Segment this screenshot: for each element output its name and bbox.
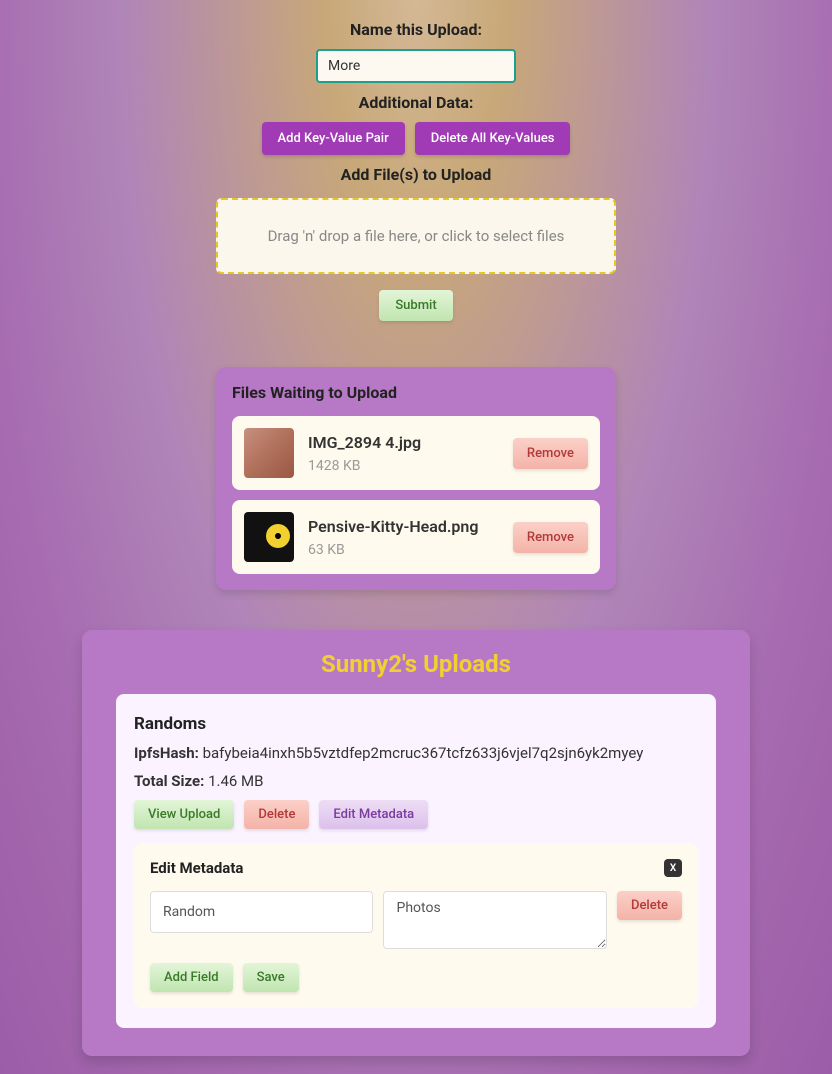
file-size: 1428 KB bbox=[308, 458, 499, 474]
edit-metadata-title: Edit Metadata bbox=[150, 859, 243, 877]
upload-entry: Randoms IpfsHash: bafybeia4inxh5b5vztdfe… bbox=[116, 694, 716, 1028]
additional-data-label: Additional Data: bbox=[359, 93, 474, 112]
delete-metadata-field-button[interactable]: Delete bbox=[617, 891, 682, 920]
ipfs-hash-value: bafybeia4inxh5b5vztdfep2mcruc367tcfz633j… bbox=[203, 744, 644, 762]
delete-upload-button[interactable]: Delete bbox=[244, 800, 309, 829]
dropzone-text: Drag 'n' drop a file here, or click to s… bbox=[268, 227, 565, 245]
metadata-value-textarea[interactable] bbox=[383, 891, 606, 949]
name-upload-input[interactable] bbox=[316, 49, 516, 83]
delete-kv-button[interactable]: Delete All Key-Values bbox=[415, 122, 571, 155]
metadata-header: Edit Metadata X bbox=[150, 859, 682, 877]
uploads-title: Sunny2's Uploads bbox=[116, 650, 716, 678]
total-size-row: Total Size: 1.46 MB bbox=[134, 772, 698, 790]
save-metadata-button[interactable]: Save bbox=[243, 963, 299, 992]
add-kv-button[interactable]: Add Key-Value Pair bbox=[262, 122, 405, 155]
close-metadata-button[interactable]: X bbox=[664, 859, 682, 877]
name-upload-label: Name this Upload: bbox=[350, 20, 482, 39]
file-size: 63 KB bbox=[308, 542, 499, 558]
add-files-label: Add File(s) to Upload bbox=[341, 165, 492, 184]
file-card: IMG_2894 4.jpg 1428 KB Remove bbox=[232, 416, 600, 490]
file-info: Pensive-Kitty-Head.png 63 KB bbox=[308, 517, 499, 558]
metadata-field-row: Delete bbox=[150, 891, 682, 949]
upload-form: Name this Upload: Additional Data: Add K… bbox=[216, 20, 616, 321]
uploads-panel: Sunny2's Uploads Randoms IpfsHash: bafyb… bbox=[82, 630, 750, 1056]
file-name: Pensive-Kitty-Head.png bbox=[308, 517, 499, 536]
total-size-value: 1.46 MB bbox=[208, 772, 263, 790]
files-waiting-title: Files Waiting to Upload bbox=[232, 383, 600, 402]
upload-action-row: View Upload Delete Edit Metadata bbox=[134, 800, 698, 829]
total-size-label: Total Size: bbox=[134, 772, 204, 790]
edit-metadata-panel: Edit Metadata X Delete Add Field Save bbox=[134, 843, 698, 1008]
remove-file-button[interactable]: Remove bbox=[513, 438, 588, 469]
ipfs-hash-label: IpfsHash: bbox=[134, 744, 199, 762]
file-thumbnail-icon bbox=[244, 512, 294, 562]
ipfs-hash-row: IpfsHash: bafybeia4inxh5b5vztdfep2mcruc3… bbox=[134, 744, 698, 762]
file-name: IMG_2894 4.jpg bbox=[308, 433, 499, 452]
kv-button-row: Add Key-Value Pair Delete All Key-Values bbox=[262, 122, 571, 155]
edit-metadata-button[interactable]: Edit Metadata bbox=[319, 800, 428, 829]
submit-button[interactable]: Submit bbox=[379, 290, 452, 321]
view-upload-button[interactable]: View Upload bbox=[134, 800, 234, 829]
file-thumbnail-icon bbox=[244, 428, 294, 478]
file-card: Pensive-Kitty-Head.png 63 KB Remove bbox=[232, 500, 600, 574]
upload-entry-title: Randoms bbox=[134, 714, 698, 734]
remove-file-button[interactable]: Remove bbox=[513, 522, 588, 553]
files-waiting-panel: Files Waiting to Upload IMG_2894 4.jpg 1… bbox=[216, 367, 616, 590]
metadata-key-input[interactable] bbox=[150, 891, 373, 933]
file-dropzone[interactable]: Drag 'n' drop a file here, or click to s… bbox=[216, 198, 616, 274]
add-field-button[interactable]: Add Field bbox=[150, 963, 233, 992]
file-info: IMG_2894 4.jpg 1428 KB bbox=[308, 433, 499, 474]
metadata-actions: Add Field Save bbox=[150, 963, 682, 992]
